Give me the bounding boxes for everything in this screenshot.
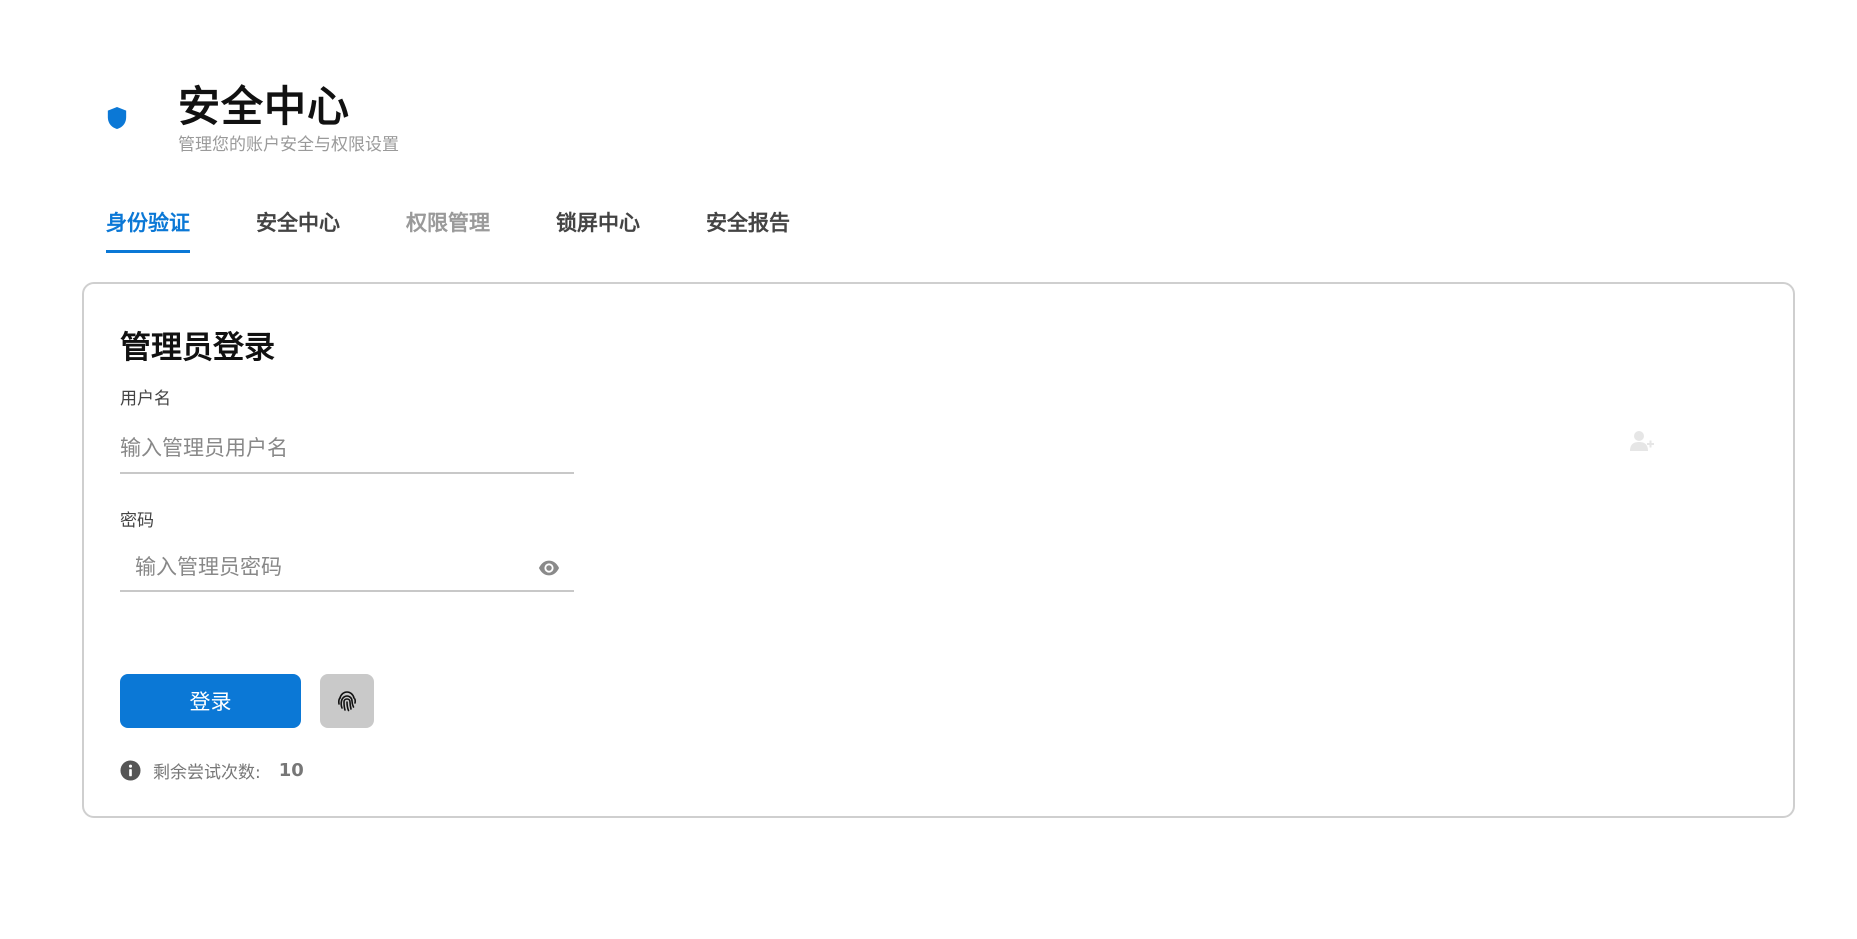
user-add-icon: [1630, 431, 1654, 451]
eye-icon[interactable]: [538, 558, 560, 578]
page-title: 安全中心: [178, 82, 351, 131]
tab-lock-screen-center[interactable]: 锁屏中心: [556, 210, 640, 253]
tab-identity-verification[interactable]: 身份验证: [106, 210, 190, 253]
page-header: 安全中心 管理您的账户安全与权限设置: [106, 82, 399, 156]
password-label: 密码: [120, 511, 154, 531]
password-field-wrap: [120, 544, 574, 592]
security-center-page: 安全中心 管理您的账户安全与权限设置 身份验证 安全中心 权限管理 锁屏中心 安…: [0, 0, 1857, 939]
tab-security-report[interactable]: 安全报告: [706, 210, 790, 253]
fingerprint-icon: [338, 691, 357, 712]
fingerprint-button[interactable]: [320, 674, 374, 728]
login-title: 管理员登录: [120, 330, 275, 366]
attempts-label: 剩余尝试次数:: [153, 763, 261, 783]
username-label: 用户名: [120, 389, 171, 409]
tab-bar: 身份验证 安全中心 权限管理 锁屏中心 安全报告: [106, 210, 856, 253]
username-input[interactable]: [120, 424, 574, 472]
attempts-count: 10: [278, 760, 304, 781]
shield-icon: [107, 107, 127, 129]
page-subtitle: 管理您的账户安全与权限设置: [178, 135, 399, 155]
username-field-wrap: [120, 424, 574, 474]
tab-permission-management[interactable]: 权限管理: [406, 210, 490, 253]
header-text: 安全中心 管理您的账户安全与权限设置: [178, 82, 399, 156]
password-input[interactable]: [120, 544, 574, 590]
tab-security-center[interactable]: 安全中心: [256, 210, 340, 253]
admin-login-card: 管理员登录 用户名 密码 登录: [82, 282, 1795, 818]
login-button[interactable]: 登录: [120, 674, 301, 728]
info-icon: [120, 760, 141, 781]
remaining-attempts: 剩余尝试次数: 10: [120, 758, 304, 783]
